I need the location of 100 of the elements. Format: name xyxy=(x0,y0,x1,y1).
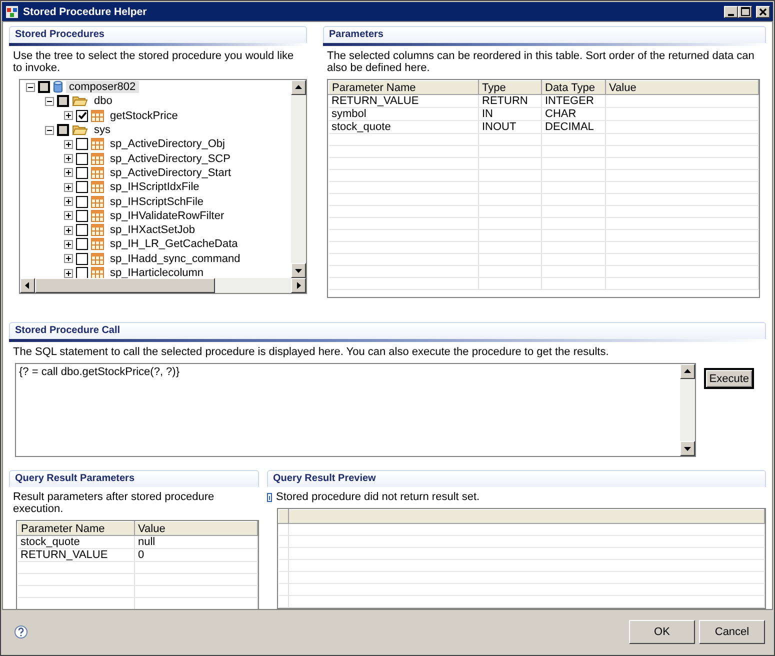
app-icon xyxy=(5,4,19,18)
description-text: Result parameters after stored procedure execution. xyxy=(12,490,216,517)
description-text: Use the tree to select the stored procedure you would like to invoke. xyxy=(12,49,295,76)
maximize-icon xyxy=(740,7,750,16)
column-header[interactable]: Parameter Name xyxy=(18,522,134,536)
table-cell: RETURN xyxy=(478,94,542,108)
description-text: The selected columns can be reordered in this table. Sort order of the returned data can also be defined here. xyxy=(326,49,756,76)
scroll-down-button[interactable] xyxy=(680,441,696,456)
collapse-icon[interactable] xyxy=(45,96,54,106)
scroll-down-button[interactable] xyxy=(291,263,306,278)
scroll-left-button[interactable] xyxy=(20,278,35,293)
help-icon[interactable] xyxy=(14,625,28,639)
section-header: Query Result Parameters xyxy=(9,470,259,487)
arrow-up-icon xyxy=(684,368,692,375)
expand-icon[interactable] xyxy=(64,211,73,220)
checkbox[interactable] xyxy=(38,81,50,94)
tree-item[interactable]: getStockPrice xyxy=(107,110,181,122)
arrow-up-icon xyxy=(295,84,302,91)
table-cell: INTEGER xyxy=(542,94,606,108)
table-cell: CHAR xyxy=(542,108,606,120)
expand-icon[interactable] xyxy=(64,197,73,206)
tree-item[interactable]: sp_IHXactSetJob xyxy=(107,224,198,236)
description-text: The SQL statement to call the selected procedure is displayed here. You can also execute the procedure to get the results. xyxy=(12,345,610,360)
tree-item[interactable]: sp_IHadd_sync_command xyxy=(107,252,244,265)
arrow-down-icon xyxy=(684,445,692,452)
minimize-button[interactable] xyxy=(724,6,738,18)
database-icon xyxy=(53,80,63,94)
collapse-icon[interactable] xyxy=(26,82,35,92)
table-icon xyxy=(91,110,104,122)
arrow-right-icon xyxy=(295,282,302,289)
scroll-thumb[interactable] xyxy=(35,278,215,293)
expand-icon[interactable] xyxy=(64,182,73,192)
checkbox[interactable] xyxy=(57,95,69,108)
execute-button[interactable]: Execute xyxy=(704,368,754,389)
tree-item[interactable]: sys xyxy=(91,124,114,136)
tree-item[interactable]: dbo xyxy=(91,95,116,108)
expand-icon[interactable] xyxy=(64,140,73,149)
tree-item[interactable]: sp_ActiveDirectory_SCP xyxy=(107,152,234,165)
table-icon xyxy=(91,166,104,179)
tree-item[interactable]: sp_IHValidateRowFilter xyxy=(107,210,228,222)
scroll-up-button[interactable] xyxy=(680,364,696,379)
table-cell: RETURN_VALUE xyxy=(328,94,478,108)
table-icon xyxy=(91,152,104,165)
info-icon xyxy=(267,492,272,502)
scroll-up-button[interactable] xyxy=(291,80,306,95)
table-icon xyxy=(91,238,104,250)
folder-icon xyxy=(72,124,88,136)
checkbox[interactable] xyxy=(76,152,88,165)
expand-icon[interactable] xyxy=(64,268,73,278)
table-cell: stock_quote xyxy=(18,536,134,548)
table-icon xyxy=(91,224,104,236)
tree-item[interactable]: sp_ActiveDirectory_Start xyxy=(107,166,234,179)
expand-icon[interactable] xyxy=(64,168,73,178)
dialog-button[interactable]: Cancel xyxy=(699,620,765,644)
column-header[interactable]: Type xyxy=(478,80,542,94)
expand-icon[interactable] xyxy=(64,226,73,235)
tree-item[interactable]: sp_IHarticlecolumn xyxy=(107,267,207,278)
folder-icon xyxy=(72,95,88,108)
expand-icon[interactable] xyxy=(64,240,73,249)
tree-item[interactable]: composer802 xyxy=(66,81,139,94)
checkbox[interactable] xyxy=(76,252,88,265)
tree-item[interactable]: sp_IHScriptIdxFile xyxy=(107,181,202,194)
table-icon xyxy=(91,252,104,265)
expand-icon[interactable] xyxy=(64,154,73,164)
table-cell: 0 xyxy=(134,548,258,562)
expand-icon[interactable] xyxy=(64,254,73,264)
table-cell: stock_quote xyxy=(328,120,478,134)
checkbox[interactable] xyxy=(76,210,88,222)
section-header: Parameters xyxy=(323,26,766,43)
checkbox[interactable] xyxy=(76,238,88,250)
column-header[interactable]: Value xyxy=(134,522,258,536)
close-button[interactable] xyxy=(756,6,770,18)
tree-item[interactable]: sp_IH_LR_GetCacheData xyxy=(107,238,241,250)
checkbox[interactable] xyxy=(76,181,88,194)
column-header[interactable]: Value xyxy=(606,80,758,94)
table-cell: DECIMAL xyxy=(542,120,606,134)
table-icon xyxy=(91,267,104,278)
column-header[interactable]: Data Type xyxy=(542,80,606,94)
checkbox[interactable] xyxy=(76,267,88,278)
status-message: Stored procedure did not return result set. xyxy=(276,491,480,503)
section-header: Query Result Preview xyxy=(267,470,766,487)
section-header: Stored Procedure Call xyxy=(9,322,766,339)
checkbox[interactable] xyxy=(76,196,88,208)
table-cell: INOUT xyxy=(478,120,542,134)
scroll-right-button[interactable] xyxy=(291,278,306,293)
window-title: Stored Procedure Helper xyxy=(23,6,147,18)
checkbox[interactable] xyxy=(76,110,88,122)
column-header[interactable]: Parameter Name xyxy=(328,80,478,94)
checkbox[interactable] xyxy=(76,224,88,236)
dialog-button[interactable]: OK xyxy=(629,620,695,644)
tree-item[interactable]: sp_IHScriptSchFile xyxy=(107,196,207,208)
collapse-icon[interactable] xyxy=(45,126,54,135)
checkbox[interactable] xyxy=(76,166,88,179)
checkbox[interactable] xyxy=(57,124,69,136)
tree-item[interactable]: sp_ActiveDirectory_Obj xyxy=(107,138,228,150)
checkbox[interactable] xyxy=(76,138,88,150)
close-icon xyxy=(759,8,767,16)
expand-icon[interactable] xyxy=(64,111,73,120)
maximize-button[interactable] xyxy=(738,6,752,18)
table-icon xyxy=(91,196,104,208)
